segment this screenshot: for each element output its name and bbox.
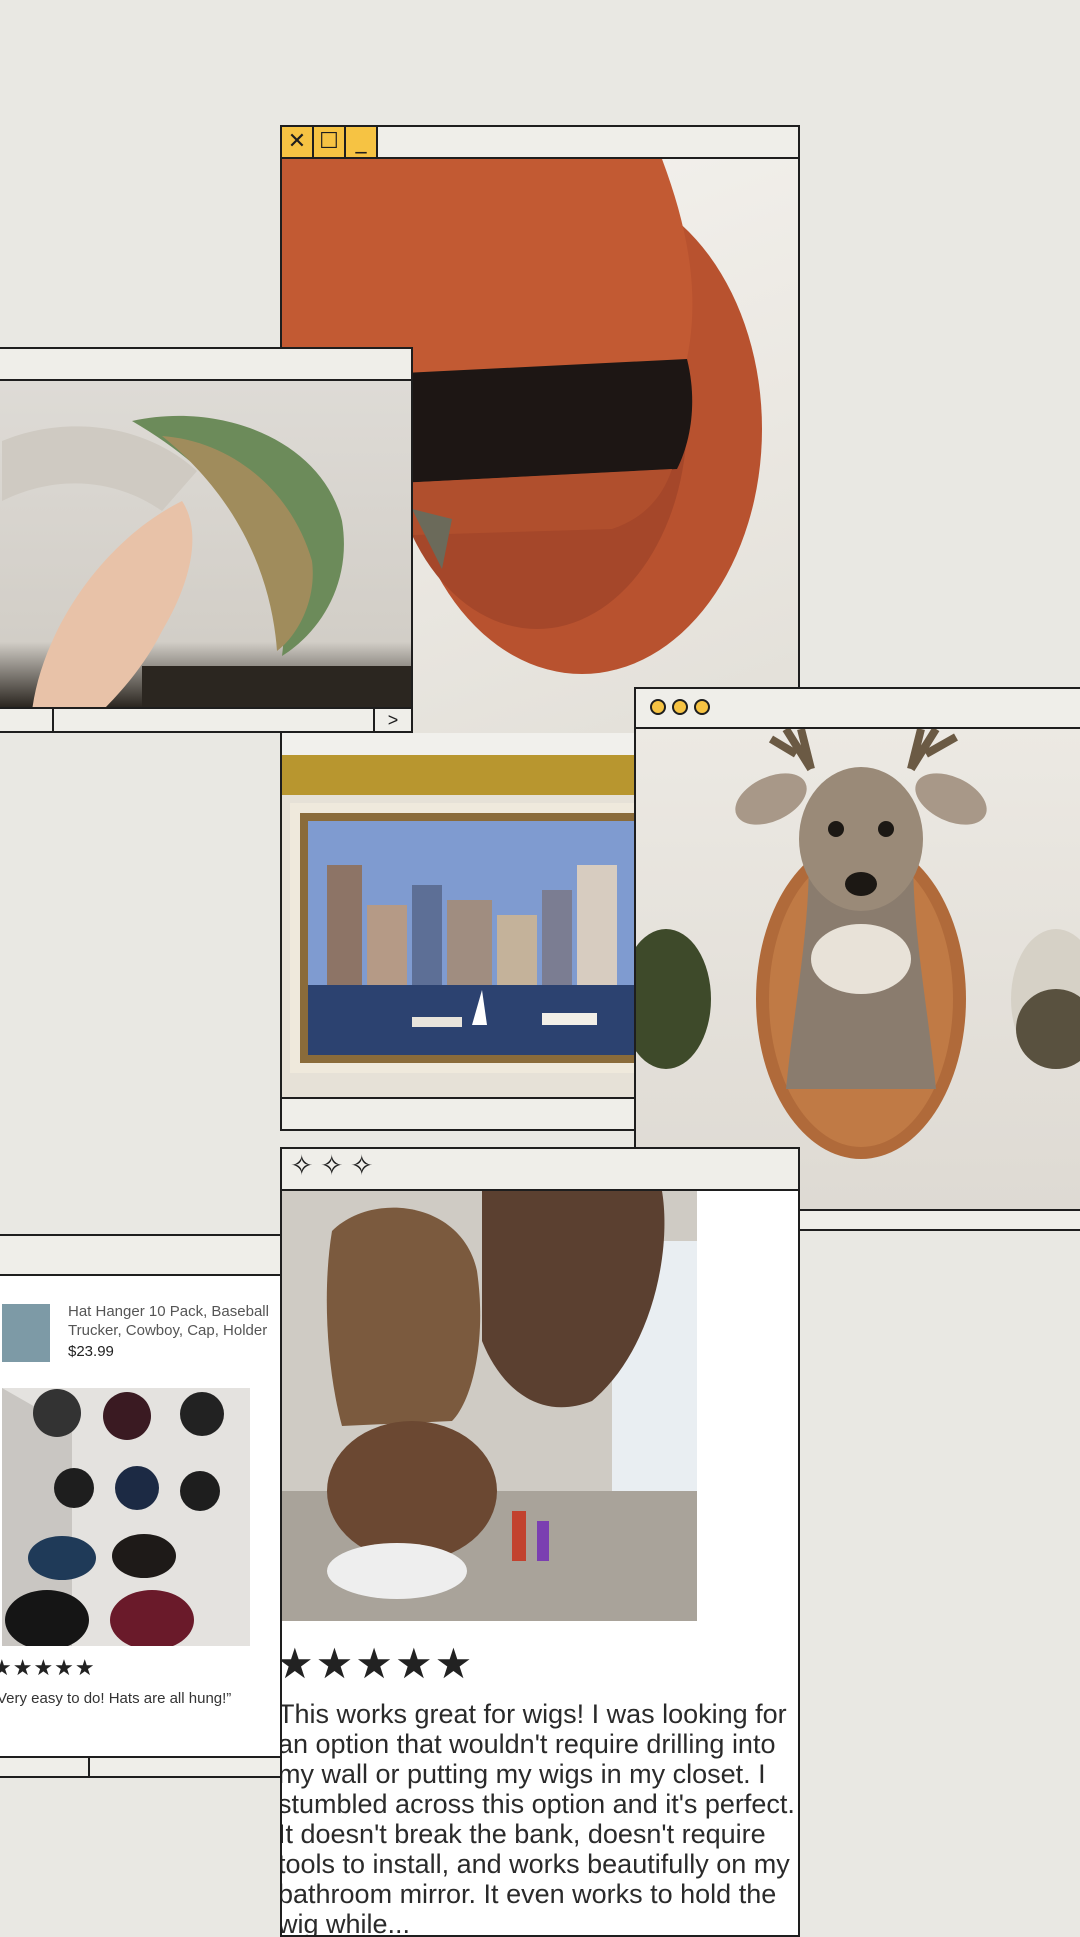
minimize-icon[interactable]: _	[346, 127, 378, 157]
sparkle-icon: ✧	[350, 1149, 374, 1182]
product-rating-stars: ★★★★★	[0, 1656, 96, 1681]
paper-hat-window: >	[0, 347, 413, 733]
wig-review-titlebar[interactable]: ✧ ✧ ✧	[282, 1149, 798, 1191]
wig-review-content: ★★★★★ This works great for wigs! I was l…	[282, 1191, 798, 1935]
deer-photo	[636, 729, 1080, 1209]
paper-hat-photo	[0, 381, 411, 707]
product-thumbnail[interactable]	[2, 1304, 50, 1362]
wig-photo	[282, 1191, 697, 1621]
next-button[interactable]: >	[373, 709, 411, 731]
maximize-icon[interactable]: ☐	[314, 127, 346, 157]
product-review-text: “Very easy to do! Hats are all hung!”	[0, 1690, 232, 1707]
product-statusbar	[0, 1756, 284, 1776]
product-card: Hat Hanger 10 Pack, Baseball Trucker, Co…	[0, 1276, 284, 1756]
framed-print-window	[280, 733, 640, 1131]
hat-window-titlebar[interactable]: ✕ ☐ _	[282, 127, 798, 159]
window-dot-icon[interactable]	[694, 699, 710, 715]
sparkle-icon: ✧	[290, 1149, 314, 1182]
wig-review-window: ✧ ✧ ✧ ★★★★★ This works great for wigs! I…	[280, 1147, 800, 1937]
sparkle-icon: ✧	[320, 1149, 344, 1182]
product-titlebar[interactable]	[0, 1236, 284, 1276]
paper-hat-titlebar[interactable]	[0, 349, 411, 381]
scrollbar-divider	[52, 709, 54, 731]
hat-wall-photo	[2, 1388, 250, 1646]
paper-hat-image	[2, 415, 411, 707]
paper-hat-statusbar: >	[0, 707, 411, 731]
product-title[interactable]: Hat Hanger 10 Pack, Baseball Trucker, Co…	[68, 1302, 278, 1340]
harbor-painting-image	[282, 755, 638, 1073]
review-rating-stars: ★★★★★	[282, 1639, 475, 1688]
framed-print-statusbar	[282, 1097, 638, 1129]
framed-print-photo	[282, 755, 638, 1097]
window-dot-icon[interactable]	[672, 699, 688, 715]
deer-titlebar[interactable]	[636, 689, 1080, 729]
deer-mount-image	[636, 729, 1080, 1159]
review-text: This works great for wigs! I was looking…	[282, 1699, 795, 1935]
window-dot-icon[interactable]	[650, 699, 666, 715]
product-window: Hat Hanger 10 Pack, Baseball Trucker, Co…	[0, 1234, 286, 1778]
close-icon[interactable]: ✕	[282, 127, 314, 157]
scrollbar-divider	[88, 1758, 90, 1776]
product-price: $23.99	[68, 1343, 114, 1360]
